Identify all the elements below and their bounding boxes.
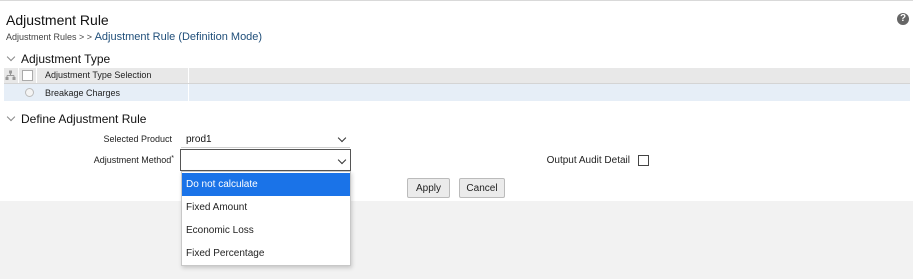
hierarchy-icon[interactable] bbox=[5, 70, 16, 81]
selected-product-select[interactable]: prod1 bbox=[181, 130, 350, 148]
select-all-checkbox[interactable] bbox=[22, 70, 33, 81]
dropdown-option-economic-loss[interactable]: Economic Loss bbox=[182, 219, 350, 242]
section-header-define-adjustment-rule[interactable]: Define Adjustment Rule bbox=[6, 112, 147, 126]
page: Adjustment Rule Adjustment Rules > > Adj… bbox=[0, 0, 913, 279]
page-title: Adjustment Rule bbox=[6, 12, 109, 28]
row-label: Breakage Charges bbox=[45, 88, 121, 98]
adjustment-method-select[interactable] bbox=[180, 149, 351, 171]
breadcrumb: Adjustment Rules > > Adjustment Rule (De… bbox=[6, 31, 262, 43]
output-audit-detail-label: Output Audit Detail bbox=[546, 155, 630, 166]
breadcrumb-separator: > > bbox=[76, 32, 95, 42]
dropdown-option-fixed-amount[interactable]: Fixed Amount bbox=[182, 196, 350, 219]
top-divider bbox=[0, 0, 913, 1]
adjustment-method-label-text: Adjustment Method bbox=[93, 155, 172, 165]
grid-header: Adjustment Type Selection bbox=[4, 68, 910, 84]
dropdown-option-do-not-calculate[interactable]: Do not calculate bbox=[182, 173, 350, 196]
apply-button[interactable]: Apply bbox=[407, 178, 450, 198]
section-header-adjustment-type[interactable]: Adjustment Type bbox=[6, 52, 111, 66]
chevron-down-icon bbox=[337, 133, 347, 143]
column-divider bbox=[188, 84, 189, 101]
breadcrumb-parent-link[interactable]: Adjustment Rules bbox=[6, 32, 77, 42]
table-row[interactable]: Breakage Charges bbox=[4, 84, 910, 101]
cancel-button[interactable]: Cancel bbox=[459, 178, 505, 198]
chevron-down-icon bbox=[6, 112, 16, 122]
output-audit-detail-checkbox[interactable] bbox=[638, 155, 649, 166]
selected-product-label: Selected Product bbox=[103, 134, 172, 144]
chevron-down-icon bbox=[6, 52, 16, 62]
help-icon[interactable]: ? bbox=[897, 13, 909, 25]
column-divider bbox=[188, 68, 189, 83]
row-radio[interactable] bbox=[25, 88, 34, 97]
adjustment-method-label: Adjustment Method* bbox=[60, 155, 174, 165]
section-title: Adjustment Type bbox=[21, 52, 111, 66]
column-divider bbox=[36, 68, 37, 83]
breadcrumb-current: Adjustment Rule (Definition Mode) bbox=[94, 31, 263, 43]
section-title: Define Adjustment Rule bbox=[21, 112, 147, 126]
chevron-down-icon bbox=[337, 155, 347, 165]
required-marker: * bbox=[171, 155, 174, 162]
selected-product-value: prod1 bbox=[186, 134, 212, 145]
dropdown-option-fixed-percentage[interactable]: Fixed Percentage bbox=[182, 242, 350, 265]
adjustment-method-dropdown: Do not calculate Fixed Amount Economic L… bbox=[181, 171, 351, 266]
column-divider bbox=[18, 68, 19, 83]
column-header-adjustment-type-selection: Adjustment Type Selection bbox=[45, 70, 152, 80]
